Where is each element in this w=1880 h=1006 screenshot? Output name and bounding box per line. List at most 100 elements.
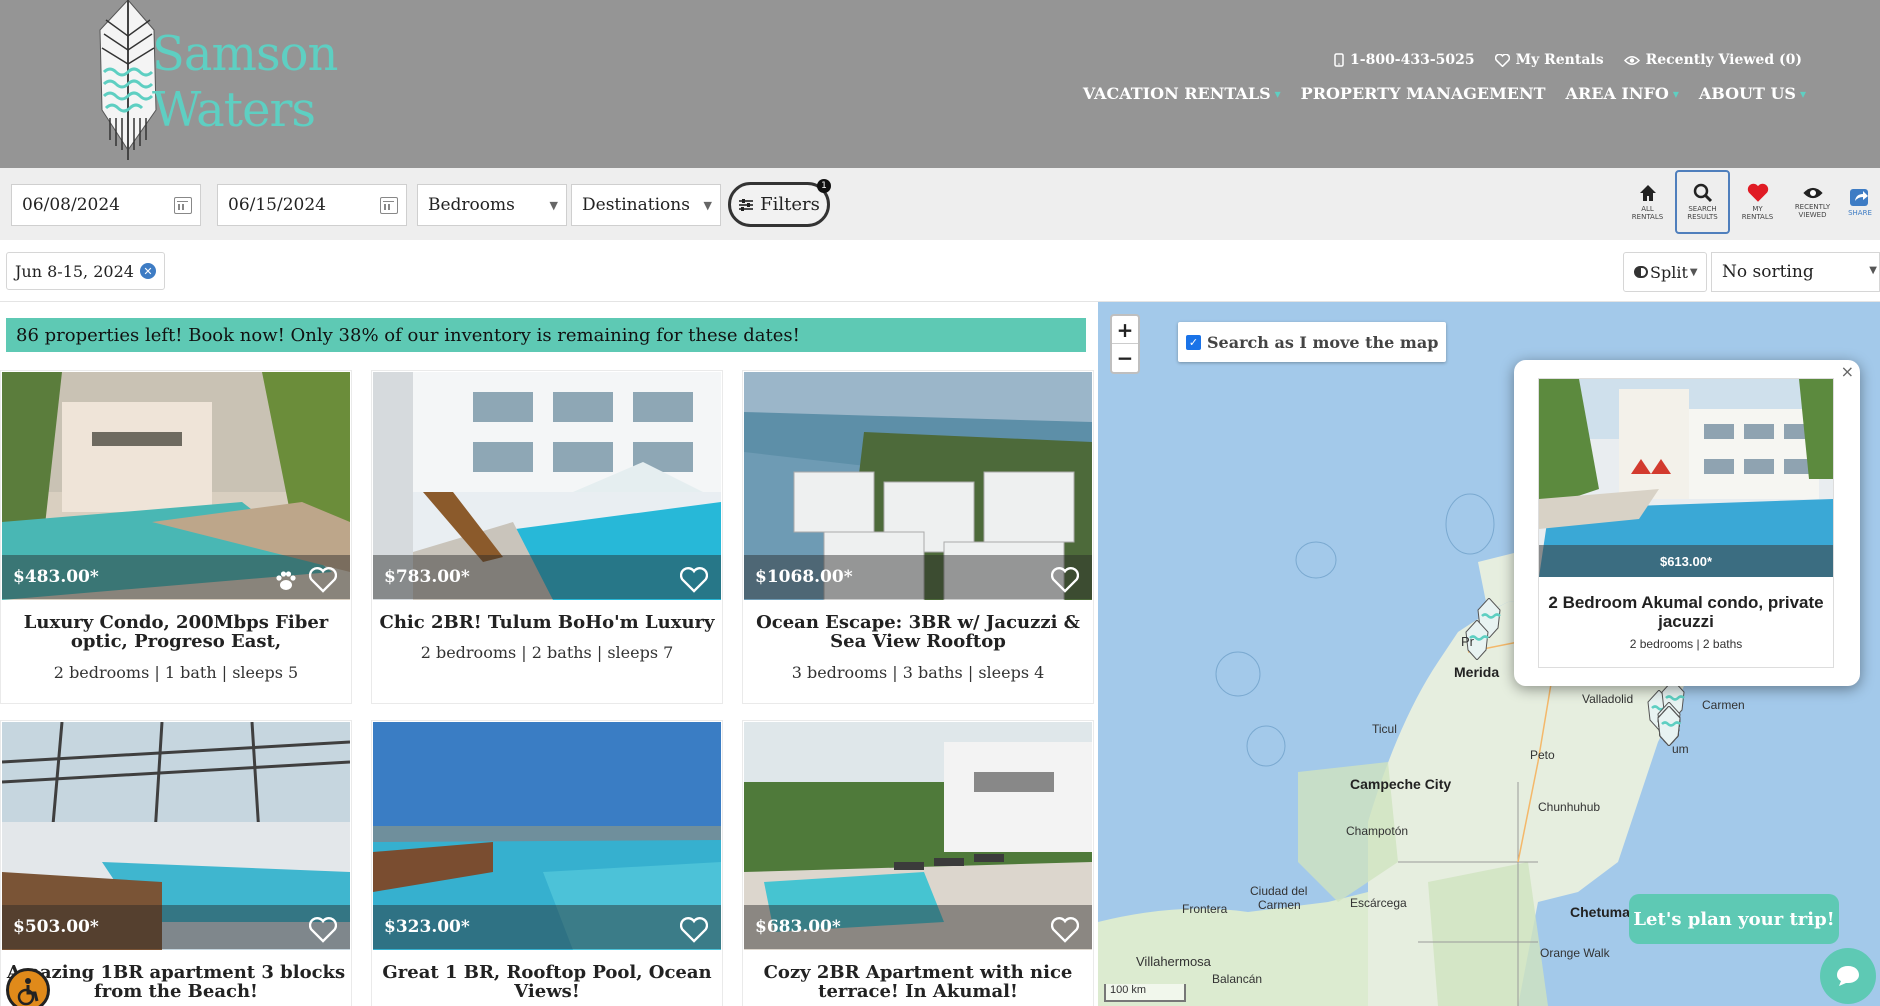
popup-card[interactable]: $613.00* 2 Bedroom Akumal condo, private… [1538,378,1834,668]
sorting-select[interactable]: No sorting ▼ [1711,252,1880,292]
listing-card[interactable]: $783.00* Chic 2BR! Tulum BoHo'm Luxury 2… [371,370,723,704]
tool-all-rentals[interactable]: ALL RENTALS [1620,170,1675,234]
map-label: Campeche City [1350,776,1452,792]
utility-bar: 1-800-433-5025 My Rentals Recently Viewe… [1334,52,1802,68]
eye-icon [1623,55,1640,65]
checkbox-checked-icon[interactable]: ✓ [1186,334,1201,350]
listing-card[interactable]: $1068.00* Ocean Escape: 3BR w/ Jacuzzi &… [742,370,1094,704]
favorite-heart-icon[interactable] [1051,567,1079,593]
view-toolbar: ALL RENTALS SEARCH RESULTS MY RENTALS RE… [1620,170,1880,234]
zoom-control: + − [1110,314,1140,374]
bedrooms-select[interactable]: Bedrooms ▼ [417,184,567,226]
listing-card[interactable]: $483.00* Luxury Condo, 200Mbps Fiber opt… [0,370,352,704]
nav-about-us-label: ABOUT US [1698,84,1796,103]
chat-bubble-icon [1837,966,1859,986]
favorite-heart-icon[interactable] [309,917,337,943]
home-icon [1639,185,1656,201]
tool-share[interactable]: SHARE [1840,170,1880,234]
chevron-down-icon: ▾ [1274,86,1281,101]
search-as-move-toggle[interactable]: ✓ Search as I move the map [1178,322,1447,362]
tool-label: MY [1752,205,1763,213]
listing-price: $683.00* [755,917,841,937]
my-rentals-link[interactable]: My Rentals [1494,52,1604,68]
listing-price: $503.00* [13,917,99,937]
split-view-select[interactable]: Split ▼ [1623,252,1707,292]
nav-about-us[interactable]: ABOUT US ▾ [1699,84,1806,103]
checkin-date-value: 06/08/2024 [22,195,120,215]
favorite-heart-icon[interactable] [309,567,337,593]
tool-label: SHARE [1848,209,1872,217]
map-label: um [1672,742,1689,756]
listing-details: 2 bedrooms | 1 bath | sleeps 5 [53,663,299,682]
accessibility-button[interactable] [6,968,50,1006]
nav-property-management[interactable]: PROPERTY MANAGEMENT [1301,84,1546,103]
tool-my-rentals[interactable]: MY RENTALS [1730,170,1785,234]
calendar-icon [174,197,192,214]
toggle-icon [1634,266,1648,278]
map-listing-popup[interactable]: × $613.00* 2 Bedroom Akumal condo, priva… [1514,360,1860,686]
map-label: Orange Walk [1540,946,1610,960]
recently-viewed-link[interactable]: Recently Viewed (0) [1623,52,1802,68]
listing-price: $483.00* [13,567,99,587]
dropdown-arrow-icon: ▼ [1689,266,1698,278]
search-bar: 06/08/2024 06/15/2024 Bedrooms ▼ Destina… [0,168,1880,240]
tool-label: RENTALS [1631,213,1664,221]
site-header: Samson Waters 1-800-433-5025 My Rentals … [0,0,1880,168]
listing-title[interactable]: Luxury Condo, 200Mbps Fiber optic, Progr… [5,613,347,651]
popup-title[interactable]: 2 Bedroom Akumal condo, private jacuzzi [1547,593,1825,631]
tool-search-results[interactable]: SEARCH RESULTS [1675,170,1730,234]
split-view-label: Split [1650,262,1688,282]
close-icon[interactable]: × [1841,362,1854,381]
date-range-chip[interactable]: Jun 8-15, 2024 ✕ [6,252,165,290]
chevron-down-icon: ▾ [1672,86,1679,101]
zoom-in-button[interactable]: + [1112,316,1138,344]
chat-button[interactable] [1820,948,1876,1004]
remove-chip-icon[interactable]: ✕ [139,263,156,279]
map-panel[interactable]: Pr Merida Valladolid Carmen um Ticul Pet… [1098,302,1880,1006]
zoom-out-button[interactable]: − [1112,344,1138,372]
brand-name[interactable]: Samson Waters [152,26,338,138]
map-label: Chunhuhub [1538,800,1601,814]
pet-friendly-icon [276,571,296,590]
listings-panel: 86 properties left! Book now! Only 38% o… [0,302,1098,1006]
map-label: Carmen [1258,898,1301,912]
heart-icon [1747,183,1768,202]
checkin-date-input[interactable]: 06/08/2024 [11,184,201,226]
map-label: Ciudad del [1250,884,1308,898]
date-range-label: Jun 8-15, 2024 [15,261,134,281]
listing-price: $1068.00* [755,567,853,587]
favorite-heart-icon[interactable] [680,917,708,943]
filters-count-badge: 1 [817,179,831,193]
phone-link[interactable]: 1-800-433-5025 [1334,52,1475,68]
brand-name-line2: Waters [152,82,316,138]
plan-trip-bubble[interactable]: Let's plan your trip! [1629,894,1839,944]
listing-card[interactable]: $503.00* Amazing 1BR apartment 3 blocks … [0,720,352,1006]
map-label: Peto [1530,748,1555,762]
map-label: Frontera [1182,902,1228,916]
main-nav: VACATION RENTALS ▾ PROPERTY MANAGEMENT AR… [1083,84,1806,103]
destinations-select[interactable]: Destinations ▼ [571,184,721,226]
filters-button[interactable]: Filters 1 [728,179,831,227]
listing-title[interactable]: Chic 2BR! Tulum BoHo'm Luxury [376,613,718,632]
listing-title[interactable]: Ocean Escape: 3BR w/ Jacuzzi & Sea View … [747,613,1089,651]
tool-recently-viewed[interactable]: RECENTLY VIEWED [1785,170,1840,234]
checkout-date-input[interactable]: 06/15/2024 [217,184,407,226]
listing-title[interactable]: Great 1 BR, Rooftop Pool, Ocean Views! [376,963,718,1001]
nav-property-management-label: PROPERTY MANAGEMENT [1300,84,1546,103]
listing-card[interactable]: $323.00* Great 1 BR, Rooftop Pool, Ocean… [371,720,723,1006]
sorting-value: No sorting [1722,262,1814,282]
availability-banner: 86 properties left! Book now! Only 38% o… [6,318,1086,352]
sliders-icon [739,198,754,211]
listing-title[interactable]: Cozy 2BR Apartment with nice terrace! In… [747,963,1089,1001]
listing-title[interactable]: Amazing 1BR apartment 3 blocks from the … [5,963,347,1001]
bedrooms-value: Bedrooms [428,195,515,215]
favorite-heart-icon[interactable] [680,567,708,593]
map-pin-icon[interactable] [1656,706,1682,746]
favorite-heart-icon[interactable] [1051,917,1079,943]
nav-area-info[interactable]: AREA INFO ▾ [1566,84,1679,103]
tool-label: VIEWED [1798,211,1827,219]
eye-icon [1802,187,1823,199]
map-label: Ticul [1372,722,1397,736]
listing-card[interactable]: $683.00* Cozy 2BR Apartment with nice te… [742,720,1094,1006]
nav-vacation-rentals[interactable]: VACATION RENTALS ▾ [1083,84,1281,103]
